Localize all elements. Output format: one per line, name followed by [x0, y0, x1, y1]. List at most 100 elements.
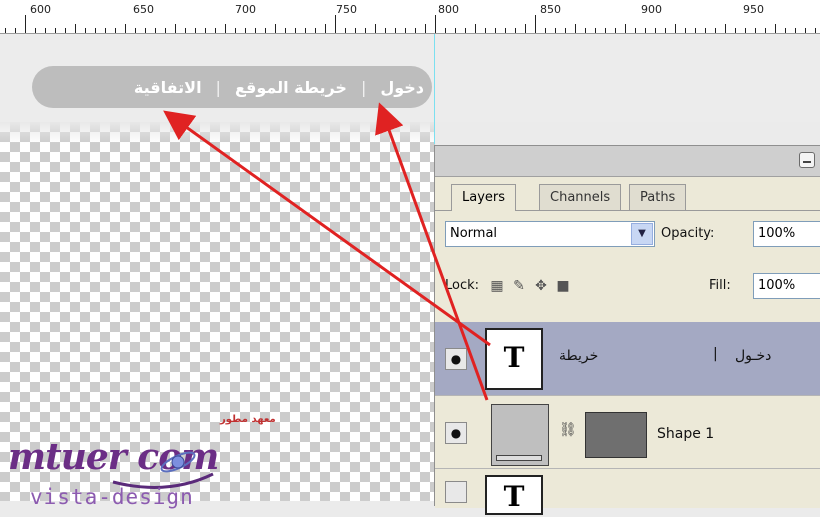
- layers-panel: Layers Channels Paths Normal ▼ Opacity: …: [434, 145, 820, 515]
- ruler-tick: [225, 24, 226, 33]
- ruler-tick: [795, 28, 796, 33]
- eye-icon[interactable]: ●: [445, 348, 467, 370]
- ruler-tick: [425, 24, 426, 33]
- ruler-label: 900: [641, 3, 662, 16]
- ruler-tick: [445, 28, 446, 33]
- ruler-tick: [375, 24, 376, 33]
- panel-title-bar[interactable]: [435, 146, 820, 177]
- lock-brush-icon[interactable]: ✎: [511, 278, 527, 294]
- ruler-tick: [555, 28, 556, 33]
- ruler-tick: [175, 24, 176, 33]
- ruler-tick: [815, 28, 816, 33]
- ruler-tick: [705, 28, 706, 33]
- layer-row-shape[interactable]: ● ⛓ Shape 1: [435, 395, 820, 468]
- site-menu-bar: دخول | خريطة الموقع | الاتفاقية: [32, 66, 432, 108]
- lock-transparency-icon[interactable]: ▦: [489, 278, 505, 294]
- menu-separator: |: [215, 77, 221, 97]
- ruler-tick: [755, 28, 756, 33]
- ruler-tick: [535, 15, 536, 33]
- ruler-label: 650: [133, 3, 154, 16]
- ruler: 600 650 700 750 800 850 900 950: [0, 0, 820, 34]
- layer-row-text[interactable]: ● T خريطة دخـول |: [435, 322, 820, 395]
- tab-channels[interactable]: Channels: [539, 184, 622, 210]
- ruler-tick: [505, 28, 506, 33]
- ruler-tick: [55, 28, 56, 33]
- fill-input[interactable]: 100%: [753, 273, 820, 299]
- ruler-tick: [295, 28, 296, 33]
- ruler-tick: [585, 28, 586, 33]
- eye-icon[interactable]: [445, 481, 467, 503]
- ruler-tick: [285, 28, 286, 33]
- lock-move-icon[interactable]: ✥: [533, 278, 549, 294]
- logo-subtitle: معهد مطور: [220, 414, 276, 425]
- ruler-tick: [115, 28, 116, 33]
- ruler-tick: [315, 28, 316, 33]
- ruler-tick: [385, 28, 386, 33]
- vector-mask-thumbnail[interactable]: [585, 412, 647, 458]
- tab-paths[interactable]: Paths: [629, 184, 687, 210]
- ruler-tick: [65, 28, 66, 33]
- ruler-tick: [45, 28, 46, 33]
- link-icon[interactable]: ⛓: [559, 422, 577, 438]
- ruler-label: 600: [30, 3, 51, 16]
- ruler-tick: [565, 28, 566, 33]
- ruler-tick: [195, 28, 196, 33]
- ruler-tick: [715, 28, 716, 33]
- menu-item-agreement: الاتفاقية: [133, 77, 202, 97]
- ruler-tick: [455, 28, 456, 33]
- ruler-tick: [765, 28, 766, 33]
- ruler-tick: [465, 28, 466, 33]
- layer-row-partial[interactable]: T: [435, 468, 820, 515]
- ruler-tick: [125, 24, 126, 33]
- opacity-input[interactable]: 100%: [753, 221, 820, 247]
- ruler-tick: [745, 28, 746, 33]
- ruler-tick: [25, 15, 26, 33]
- ruler-tick: [805, 28, 806, 33]
- ruler-tick: [475, 24, 476, 33]
- minimize-icon[interactable]: [799, 152, 815, 168]
- ruler-tick: [735, 28, 736, 33]
- ruler-tick: [665, 28, 666, 33]
- ruler-tick: [305, 28, 306, 33]
- ruler-tick: [485, 28, 486, 33]
- ruler-tick: [265, 28, 266, 33]
- logo-tagline: vista-design: [30, 485, 194, 509]
- ruler-tick: [205, 28, 206, 33]
- ruler-tick: [635, 28, 636, 33]
- tab-layers[interactable]: Layers: [451, 184, 517, 211]
- ruler-tick: [235, 28, 236, 33]
- opacity-label: Opacity:: [661, 226, 715, 241]
- menu-separator: |: [360, 77, 367, 97]
- eye-icon[interactable]: ●: [445, 422, 467, 444]
- layer-name: Shape 1: [657, 426, 715, 442]
- shape-layer-thumbnail[interactable]: [491, 404, 549, 466]
- ruler-tick: [255, 28, 256, 33]
- ruler-tick: [685, 28, 686, 33]
- ruler-tick: [625, 24, 626, 33]
- ruler-tick: [365, 28, 366, 33]
- ruler-tick: [575, 24, 576, 33]
- ruler-label: 950: [743, 3, 764, 16]
- watermark-logo: معهد مطور mtuer com vista-design: [8, 414, 308, 509]
- lock-all-icon[interactable]: ■: [555, 278, 571, 294]
- ruler-tick: [785, 28, 786, 33]
- ruler-tick: [95, 28, 96, 33]
- ruler-tick: [545, 28, 546, 33]
- layer-name-part1: خريطة: [559, 348, 599, 364]
- ruler-tick: [5, 28, 6, 33]
- ruler-tick: [355, 28, 356, 33]
- ruler-tick: [775, 24, 776, 33]
- guide-line[interactable]: [434, 34, 435, 144]
- ruler-label: 750: [336, 3, 357, 16]
- fill-label: Fill:: [709, 278, 731, 293]
- text-layer-thumbnail[interactable]: T: [485, 475, 543, 515]
- ruler-tick: [495, 28, 496, 33]
- chevron-down-icon[interactable]: ▼: [631, 223, 653, 245]
- text-layer-thumbnail[interactable]: T: [485, 328, 543, 390]
- ruler-tick: [525, 24, 526, 33]
- ruler-tick: [725, 24, 726, 33]
- ruler-label: 850: [540, 3, 561, 16]
- ruler-tick: [645, 28, 646, 33]
- blend-mode-select[interactable]: Normal ▼: [445, 221, 655, 247]
- canvas-fade: [0, 122, 435, 144]
